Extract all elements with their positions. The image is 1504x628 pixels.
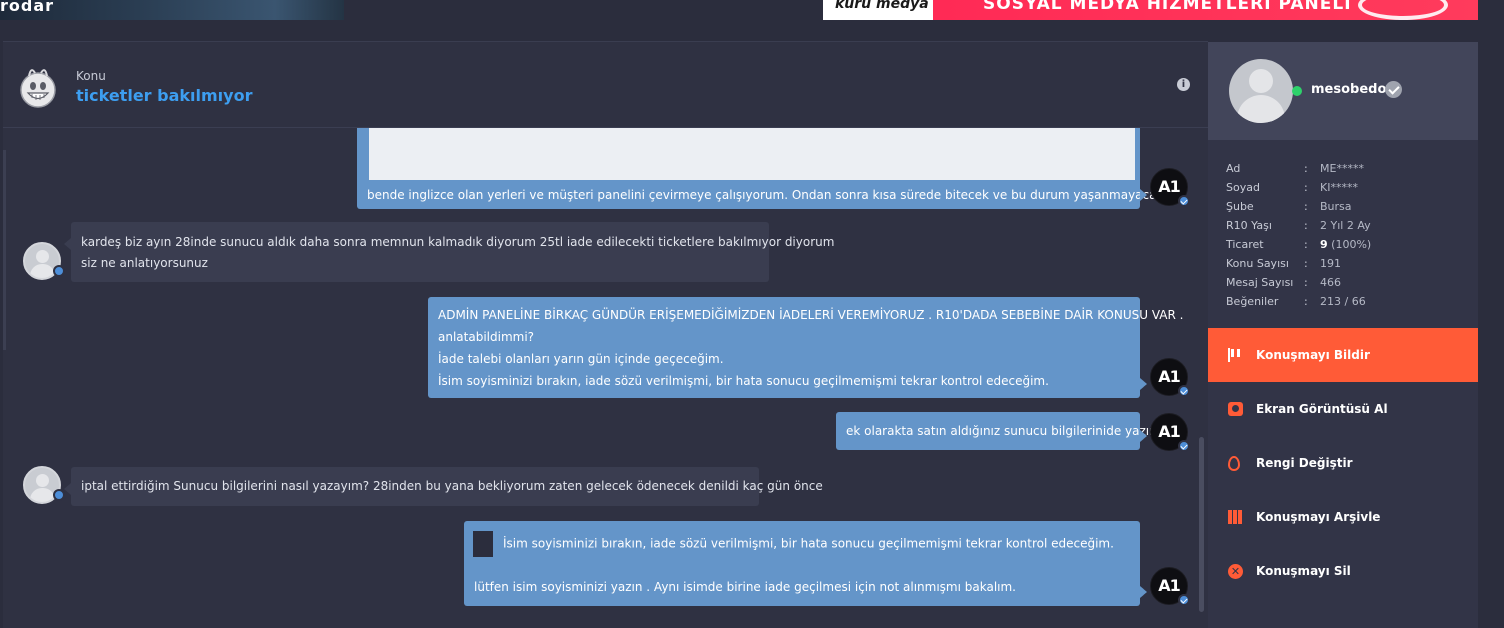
profile-info-table: Ad: ME***** Soyad: KI***** Şube: Bursa R10 … (1226, 159, 1371, 311)
staff-avatar[interactable]: A1 (1150, 567, 1190, 606)
delete-icon: ✕ (1228, 564, 1243, 579)
message-bubble-outgoing: İsim soyisminizi bırakın, iade sözü veri… (464, 521, 1147, 606)
info-row-mesaj-sayisi: Mesaj Sayısı:466 (1226, 276, 1341, 289)
verified-badge-icon (1178, 440, 1190, 452)
info-row-ad: Ad: ME***** (1226, 162, 1364, 175)
topic-title[interactable]: ticketler bakılmıyor (76, 86, 252, 105)
message-text: kardeş biz ayın 28inde sunucu aldık daha… (81, 235, 835, 249)
message-text: iptal ettirdiğim Sunucu bilgilerini nası… (81, 479, 823, 493)
banner-right-text: SOSYAL MEDYA HİZMETLERİ PANELİ (983, 0, 1352, 14)
profile-username[interactable]: mesobedo (1311, 82, 1386, 97)
staff-avatar[interactable]: A1 (1150, 358, 1190, 397)
message-text: lütfen isim soyisminizi yazın . Aynı isi… (474, 580, 1016, 594)
staff-avatar[interactable]: A1 (1150, 413, 1190, 452)
message-bubble-incoming: iptal ettirdiğim Sunucu bilgilerini nası… (64, 467, 823, 506)
verified-badge-icon (1178, 594, 1190, 606)
conversation-panel: Konu ticketler bakılmıyor i bende ingliz… (3, 41, 1208, 628)
message-bubble-outgoing: ek olarakta satın aldığınız sunucu bilgi… (836, 412, 1164, 450)
quote-block[interactable]: İsim soyisminizi bırakın, iade sözü veri… (473, 531, 1114, 557)
staff-avatar-text: A1 (1158, 422, 1181, 441)
user-badge-icon (53, 265, 65, 277)
message-text: bende inglizce olan yerleri ve müşteri p… (367, 188, 1172, 202)
quote-text: İsim soyisminizi bırakın, iade sözü veri… (503, 536, 1114, 551)
messages-scrollbar[interactable] (1199, 437, 1204, 612)
report-conversation-button[interactable]: Konuşmayı Bildir (1208, 328, 1478, 382)
staff-avatar-text: A1 (1158, 177, 1181, 196)
message-text: siz ne anlatıyorsunuz (81, 256, 208, 270)
message-text: anlatabildimmi? (438, 330, 535, 344)
message-image-preview[interactable] (369, 128, 1135, 180)
banner-logo: kuru medya (835, 0, 929, 12)
archive-icon (1228, 510, 1243, 524)
message-text: ek olarakta satın aldığınız sunucu bilgi… (846, 424, 1165, 438)
info-icon[interactable]: i (1177, 78, 1190, 91)
message-text: İade talebi olanları yarın gün içinde ge… (438, 352, 724, 366)
profile-card: mesobedo (1208, 42, 1478, 140)
top-banner-left[interactable]: rodar (0, 0, 344, 20)
verified-icon (1385, 81, 1402, 98)
info-row-konu-sayisi: Konu Sayısı:191 (1226, 257, 1341, 270)
staff-avatar-text: A1 (1158, 367, 1181, 386)
topic-label: Konu (76, 69, 106, 83)
staff-avatar-text: A1 (1158, 576, 1181, 595)
info-row-ticaret: Ticaret:9 (100%) (1226, 238, 1372, 251)
verified-badge-icon (1178, 195, 1190, 207)
message-bubble-outgoing: ADMİN PANELİNE BİRKAÇ GÜNDÜR ERİŞEMEDİĞİ… (428, 297, 1183, 398)
message-bubble-incoming: kardeş biz ayın 28inde sunucu aldık daha… (64, 222, 834, 282)
staff-avatar[interactable]: A1 (1150, 168, 1190, 207)
info-row-begeniler: Beğeniler:213 / 66 (1226, 295, 1366, 308)
message-text: ADMİN PANELİNE BİRKAÇ GÜNDÜR ERİŞEMEDİĞİ… (438, 308, 1184, 322)
topic-logo-icon (20, 69, 56, 108)
screenshot-button[interactable]: Ekran Görüntüsü Al (1208, 382, 1478, 436)
change-color-button[interactable]: Rengi Değiştir (1208, 436, 1478, 490)
info-row-sube: Şube: Bursa (1226, 200, 1352, 213)
banner-decoration (1358, 0, 1448, 20)
quote-thumbnail (473, 531, 493, 557)
drop-icon (1228, 456, 1240, 471)
banner-left-text: rodar (0, 0, 55, 15)
message-text: İsim soyisminizi bırakın, iade sözü veri… (438, 374, 1049, 388)
info-row-soyad: Soyad: KI***** (1226, 181, 1358, 194)
verified-badge-icon (1178, 385, 1190, 397)
delete-conversation-button[interactable]: ✕ Konuşmayı Sil (1208, 544, 1478, 598)
flag-icon (1228, 348, 1243, 362)
top-banner-right[interactable]: kuru medya SOSYAL MEDYA HİZMETLERİ PANEL… (823, 0, 1478, 20)
online-status-icon (1292, 86, 1302, 96)
camera-icon (1228, 402, 1243, 416)
archive-conversation-button[interactable]: Konuşmayı Arşivle (1208, 490, 1478, 544)
conversation-header: Konu ticketler bakılmıyor i (3, 42, 1208, 128)
profile-avatar[interactable] (1229, 59, 1293, 123)
info-row-r10-yasi: R10 Yaşı:2 Yıl 2 Ay (1226, 219, 1371, 232)
conversation-sidebar: mesobedo Ad: ME***** Soyad: KI***** Şube: B… (1208, 42, 1478, 628)
left-edge-divider (3, 150, 6, 350)
